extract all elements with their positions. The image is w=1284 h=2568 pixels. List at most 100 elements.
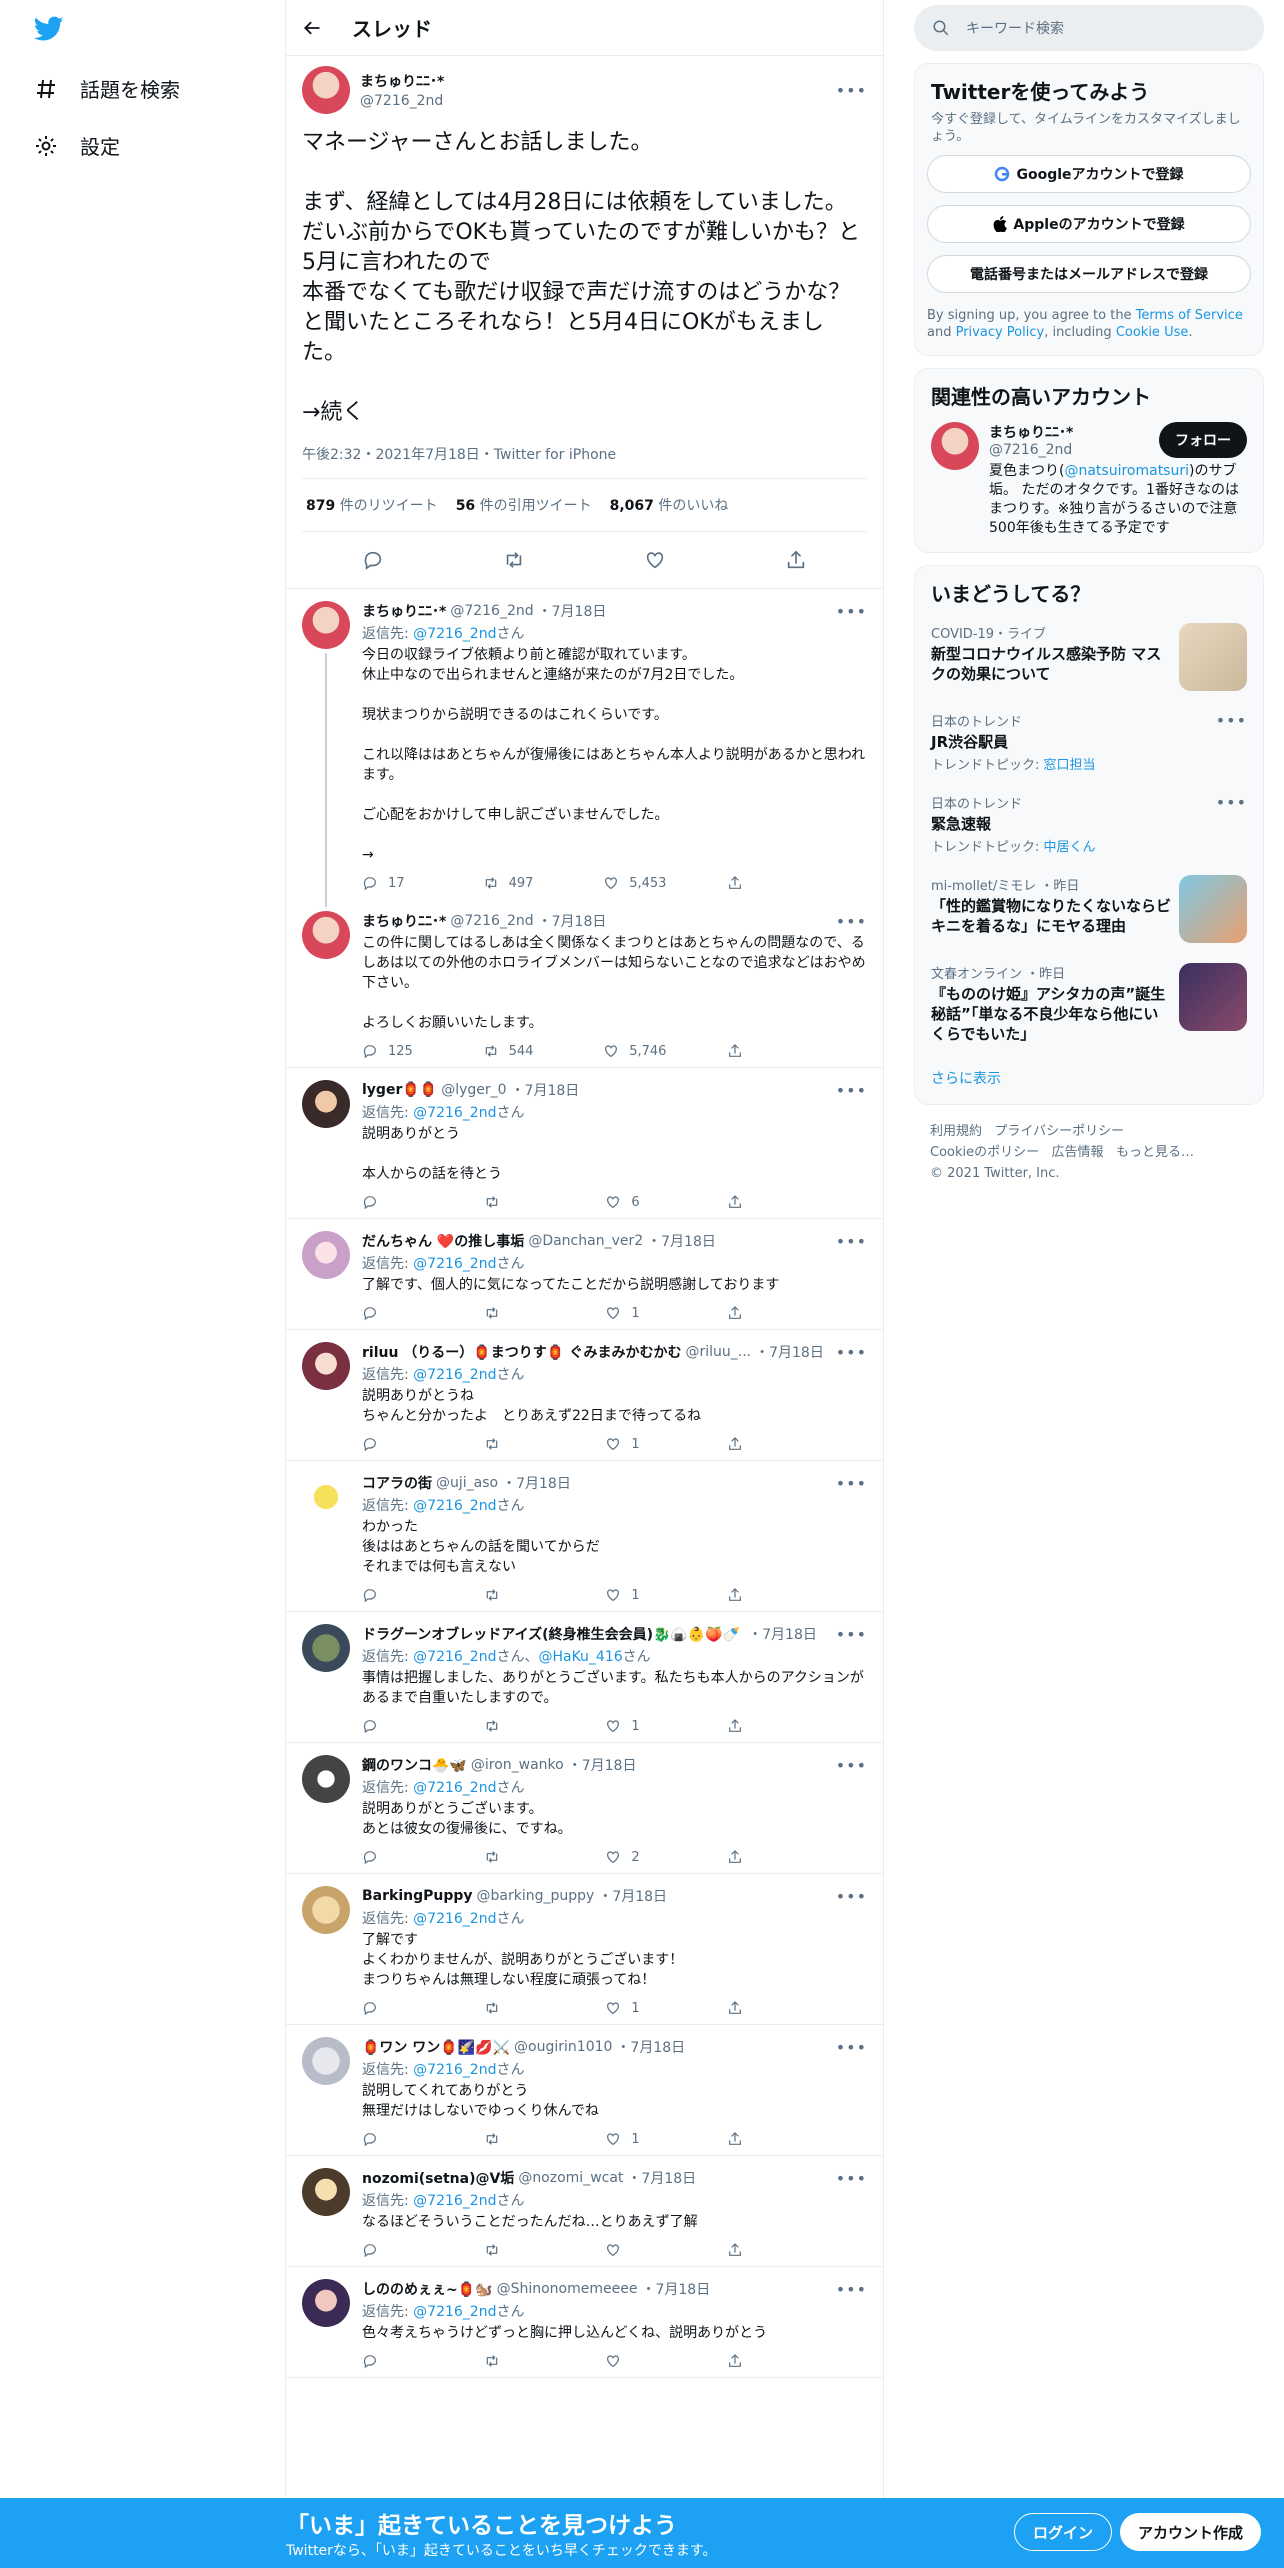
more-icon[interactable]: ••• — [836, 1625, 867, 1644]
reply-mention-link[interactable]: @7216_2nd — [413, 2304, 496, 2320]
more-icon[interactable]: ••• — [836, 1474, 867, 1493]
google-signup-button[interactable]: Googleアカウントで登録 — [927, 155, 1251, 193]
reply-tweet[interactable]: nozomi(setna)@V垢 @nozomi_wcat ・7月18日 ••• 返信先… — [286, 2156, 883, 2267]
retweet-button[interactable] — [484, 1305, 544, 1321]
search-input[interactable]: キーワード検索 — [966, 18, 1064, 38]
author-handle[interactable]: @Danchan_ver2 — [528, 1233, 643, 1249]
retweet-button[interactable] — [484, 2353, 544, 2369]
reply-tweet[interactable]: まちゅりﾆﾆ･* @7216_2nd ・7月18日 ••• 返信先: @7216_2nd… — [286, 589, 883, 907]
retweet-button[interactable] — [484, 1194, 544, 1210]
tweet-time[interactable]: ・7月18日 — [511, 1080, 580, 1100]
author-handle[interactable]: @7216_2nd — [360, 93, 444, 109]
reply-button[interactable] — [362, 2242, 422, 2258]
more-icon[interactable]: ••• — [836, 1081, 867, 1100]
like-button[interactable]: 1 — [605, 1718, 665, 1734]
share-button[interactable] — [727, 1718, 787, 1734]
author-name[interactable]: だんちゃん ❤️の推し事垢 — [362, 1231, 524, 1251]
more-icon[interactable]: ••• — [836, 1343, 867, 1362]
like-button[interactable]: 1 — [605, 1436, 665, 1452]
share-icon[interactable] — [785, 549, 807, 571]
terms-link[interactable]: Terms of Service — [1136, 308, 1243, 323]
share-button[interactable] — [727, 1194, 787, 1210]
author-name[interactable]: 鋼のワンコ🐣🦋 — [362, 1755, 467, 1775]
bio-mention-link[interactable]: @natsuiromatsuri — [1064, 463, 1189, 479]
author-handle[interactable]: @riluu_... — [685, 1344, 751, 1360]
footer-more[interactable]: もっと見る… — [1116, 1145, 1194, 1160]
share-button[interactable] — [727, 1043, 787, 1059]
reply-icon[interactable] — [362, 549, 384, 571]
author-name[interactable]: まちゅりﾆﾆ･* — [360, 71, 444, 91]
author-name[interactable]: しののめぇぇ~🏮🐿️ — [362, 2279, 493, 2299]
nav-explore[interactable]: 話題を検索 — [34, 74, 180, 103]
reply-button[interactable]: 125 — [362, 1043, 422, 1059]
reply-tweet[interactable]: BarkingPuppy @barking_puppy ・7月18日 ••• 返信先: … — [286, 1874, 883, 2025]
related-handle[interactable]: @7216_2nd — [989, 442, 1073, 458]
avatar[interactable] — [302, 1755, 350, 1803]
reply-mention-link[interactable]: @7216_2nd — [413, 1649, 496, 1665]
reply-mention-link[interactable]: @7216_2nd — [413, 1498, 496, 1514]
reply-tweet[interactable]: だんちゃん ❤️の推し事垢 @Danchan_ver2 ・7月18日 ••• 返信先: … — [286, 1219, 883, 1330]
like-button[interactable]: 1 — [605, 1587, 665, 1603]
tweet-time[interactable]: ・7月18日 — [568, 1755, 637, 1775]
trend-topic-link[interactable]: 窓口担当 — [1044, 758, 1096, 773]
footer-ads[interactable]: 広告情報 — [1052, 1145, 1104, 1160]
retweet-button[interactable] — [484, 1718, 544, 1734]
reply-button[interactable] — [362, 1305, 422, 1321]
footer-privacy[interactable]: プライバシーポリシー — [994, 1124, 1124, 1139]
author-handle[interactable]: @7216_2nd — [450, 913, 533, 929]
avatar[interactable] — [302, 1080, 350, 1128]
author-handle[interactable]: @nozomi_wcat — [518, 2170, 623, 2186]
related-account[interactable]: まちゅりﾆﾆ･* @7216_2nd フォロー 夏色まつり(@natsuirom… — [915, 416, 1263, 552]
avatar[interactable] — [302, 66, 350, 114]
trend-item[interactable]: 日本のトレンド 緊急速報 トレンドトピック: 中居くん ••• — [915, 783, 1263, 865]
back-arrow-icon[interactable] — [302, 18, 322, 38]
like-button[interactable] — [605, 2353, 665, 2369]
like-button[interactable] — [605, 2242, 665, 2258]
nav-settings[interactable]: 設定 — [34, 131, 120, 160]
reply-tweet[interactable]: ドラグーンオブレッドアイズ(終身椎生会会員)🐉🍙👶🍑🍼 ・7月18日 ••• 返信先:… — [286, 1612, 883, 1743]
tweet-time[interactable]: ・7月18日 — [502, 1473, 571, 1493]
like-button[interactable]: 5,746 — [603, 1043, 666, 1059]
like-button[interactable]: 1 — [605, 1305, 665, 1321]
trend-item[interactable]: 日本のトレンド JR渋谷駅員 トレンドトピック: 窓口担当 ••• — [915, 701, 1263, 783]
reply-mention-link[interactable]: @7216_2nd — [413, 2062, 496, 2078]
show-more-link[interactable]: さらに表示 — [915, 1054, 1263, 1104]
like-button[interactable]: 1 — [605, 2000, 665, 2016]
share-button[interactable] — [727, 875, 787, 891]
trend-item[interactable]: 文春オンライン ・昨日 『もののけ姫』アシタカの声”誕生秘話”「単なる不良少年なら… — [915, 953, 1263, 1054]
retweet-button[interactable] — [484, 1587, 544, 1603]
tweet-time[interactable]: ・7月18日 — [748, 1624, 817, 1644]
tweet-time[interactable]: ・7月18日 — [538, 911, 607, 931]
search-box[interactable]: キーワード検索 — [914, 5, 1264, 51]
signup-button[interactable]: アカウント作成 — [1120, 2513, 1262, 2551]
reply-mention-link[interactable]: @HaKu_416 — [538, 1649, 622, 1665]
retweet-button[interactable] — [484, 1436, 544, 1452]
more-icon[interactable]: ••• — [836, 2280, 867, 2299]
share-button[interactable] — [727, 1587, 787, 1603]
author-name[interactable]: まちゅりﾆﾆ･* — [362, 911, 446, 931]
follow-button[interactable]: フォロー — [1159, 422, 1247, 458]
share-button[interactable] — [727, 2000, 787, 2016]
reply-mention-link[interactable]: @7216_2nd — [413, 1367, 496, 1383]
reply-tweet[interactable]: しののめぇぇ~🏮🐿️ @Shinonomemeeee ・7月18日 ••• 返信先: @… — [286, 2267, 883, 2378]
apple-signup-button[interactable]: Appleのアカウントで登録 — [927, 205, 1251, 243]
login-button[interactable]: ログイン — [1014, 2513, 1113, 2551]
reply-tweet[interactable]: 🏮ワン ワン🏮🌠💋⚔️ @ougirin1010 ・7月18日 ••• 返信先: @72… — [286, 2025, 883, 2156]
reply-mention-link[interactable]: @7216_2nd — [413, 1780, 496, 1796]
tweet-meta[interactable]: 午後2:32・2021年7月18日・Twitter for iPhone — [302, 444, 867, 479]
more-icon[interactable]: ••• — [836, 1756, 867, 1775]
reply-tweet[interactable]: まちゅりﾆﾆ･* @7216_2nd ・7月18日 ••• この件に関してはるしあは全く… — [286, 899, 883, 1068]
retweet-button[interactable]: 544 — [483, 1043, 543, 1059]
author-name[interactable]: riluu （りるー）🏮まつりす🏮 ぐみまみかむかむ — [362, 1342, 681, 1362]
reply-tweet[interactable]: lyger🏮🏮 @lyger_0 ・7月18日 ••• 返信先: @7216_2ndさん… — [286, 1068, 883, 1219]
trend-item[interactable]: mi-mollet/ミモレ ・昨日 「性的鑑賞物になりたくないならビキニを着るな」… — [915, 865, 1263, 953]
more-icon[interactable]: ••• — [1216, 793, 1247, 855]
more-icon[interactable]: ••• — [836, 1887, 867, 1906]
footer-terms[interactable]: 利用規約 — [930, 1124, 982, 1139]
like-button[interactable]: 1 — [605, 2131, 665, 2147]
more-icon[interactable]: ••• — [836, 912, 867, 931]
reply-button[interactable] — [362, 1587, 422, 1603]
retweet-button[interactable] — [484, 2131, 544, 2147]
twitter-logo-icon[interactable] — [34, 16, 64, 42]
avatar[interactable] — [302, 2279, 350, 2327]
